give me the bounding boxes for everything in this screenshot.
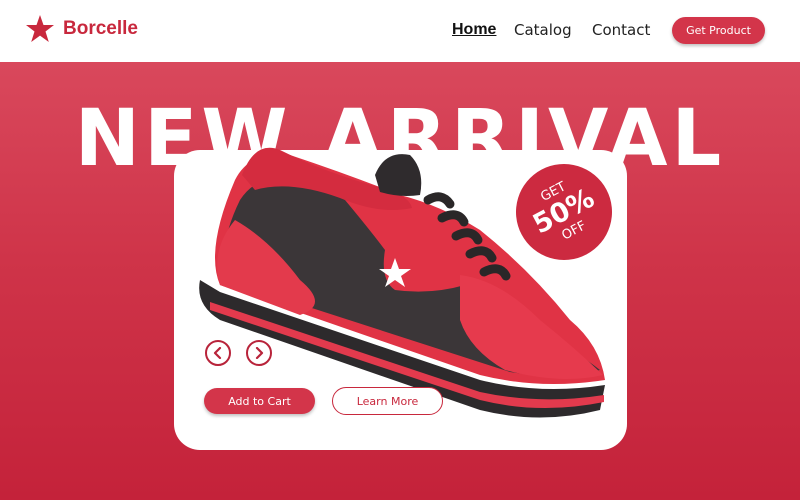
site-header: Borcelle Home Catalog Contact Get Produc…	[0, 0, 800, 62]
prev-slide-button[interactable]	[205, 340, 231, 366]
nav-catalog[interactable]: Catalog	[514, 21, 572, 39]
star-icon	[26, 15, 54, 42]
nav-home[interactable]: Home	[452, 21, 496, 39]
next-slide-button[interactable]	[246, 340, 272, 366]
get-product-button[interactable]: Get Product	[672, 17, 765, 44]
nav-contact[interactable]: Contact	[592, 21, 650, 39]
chevron-right-icon	[255, 347, 264, 359]
brand-name: Borcelle	[63, 18, 138, 39]
learn-more-button[interactable]: Learn More	[332, 387, 443, 415]
brand-logo[interactable]: Borcelle	[25, 14, 138, 44]
chevron-left-icon	[213, 347, 222, 359]
sneaker-image	[199, 147, 605, 418]
add-to-cart-button[interactable]: Add to Cart	[204, 388, 315, 414]
